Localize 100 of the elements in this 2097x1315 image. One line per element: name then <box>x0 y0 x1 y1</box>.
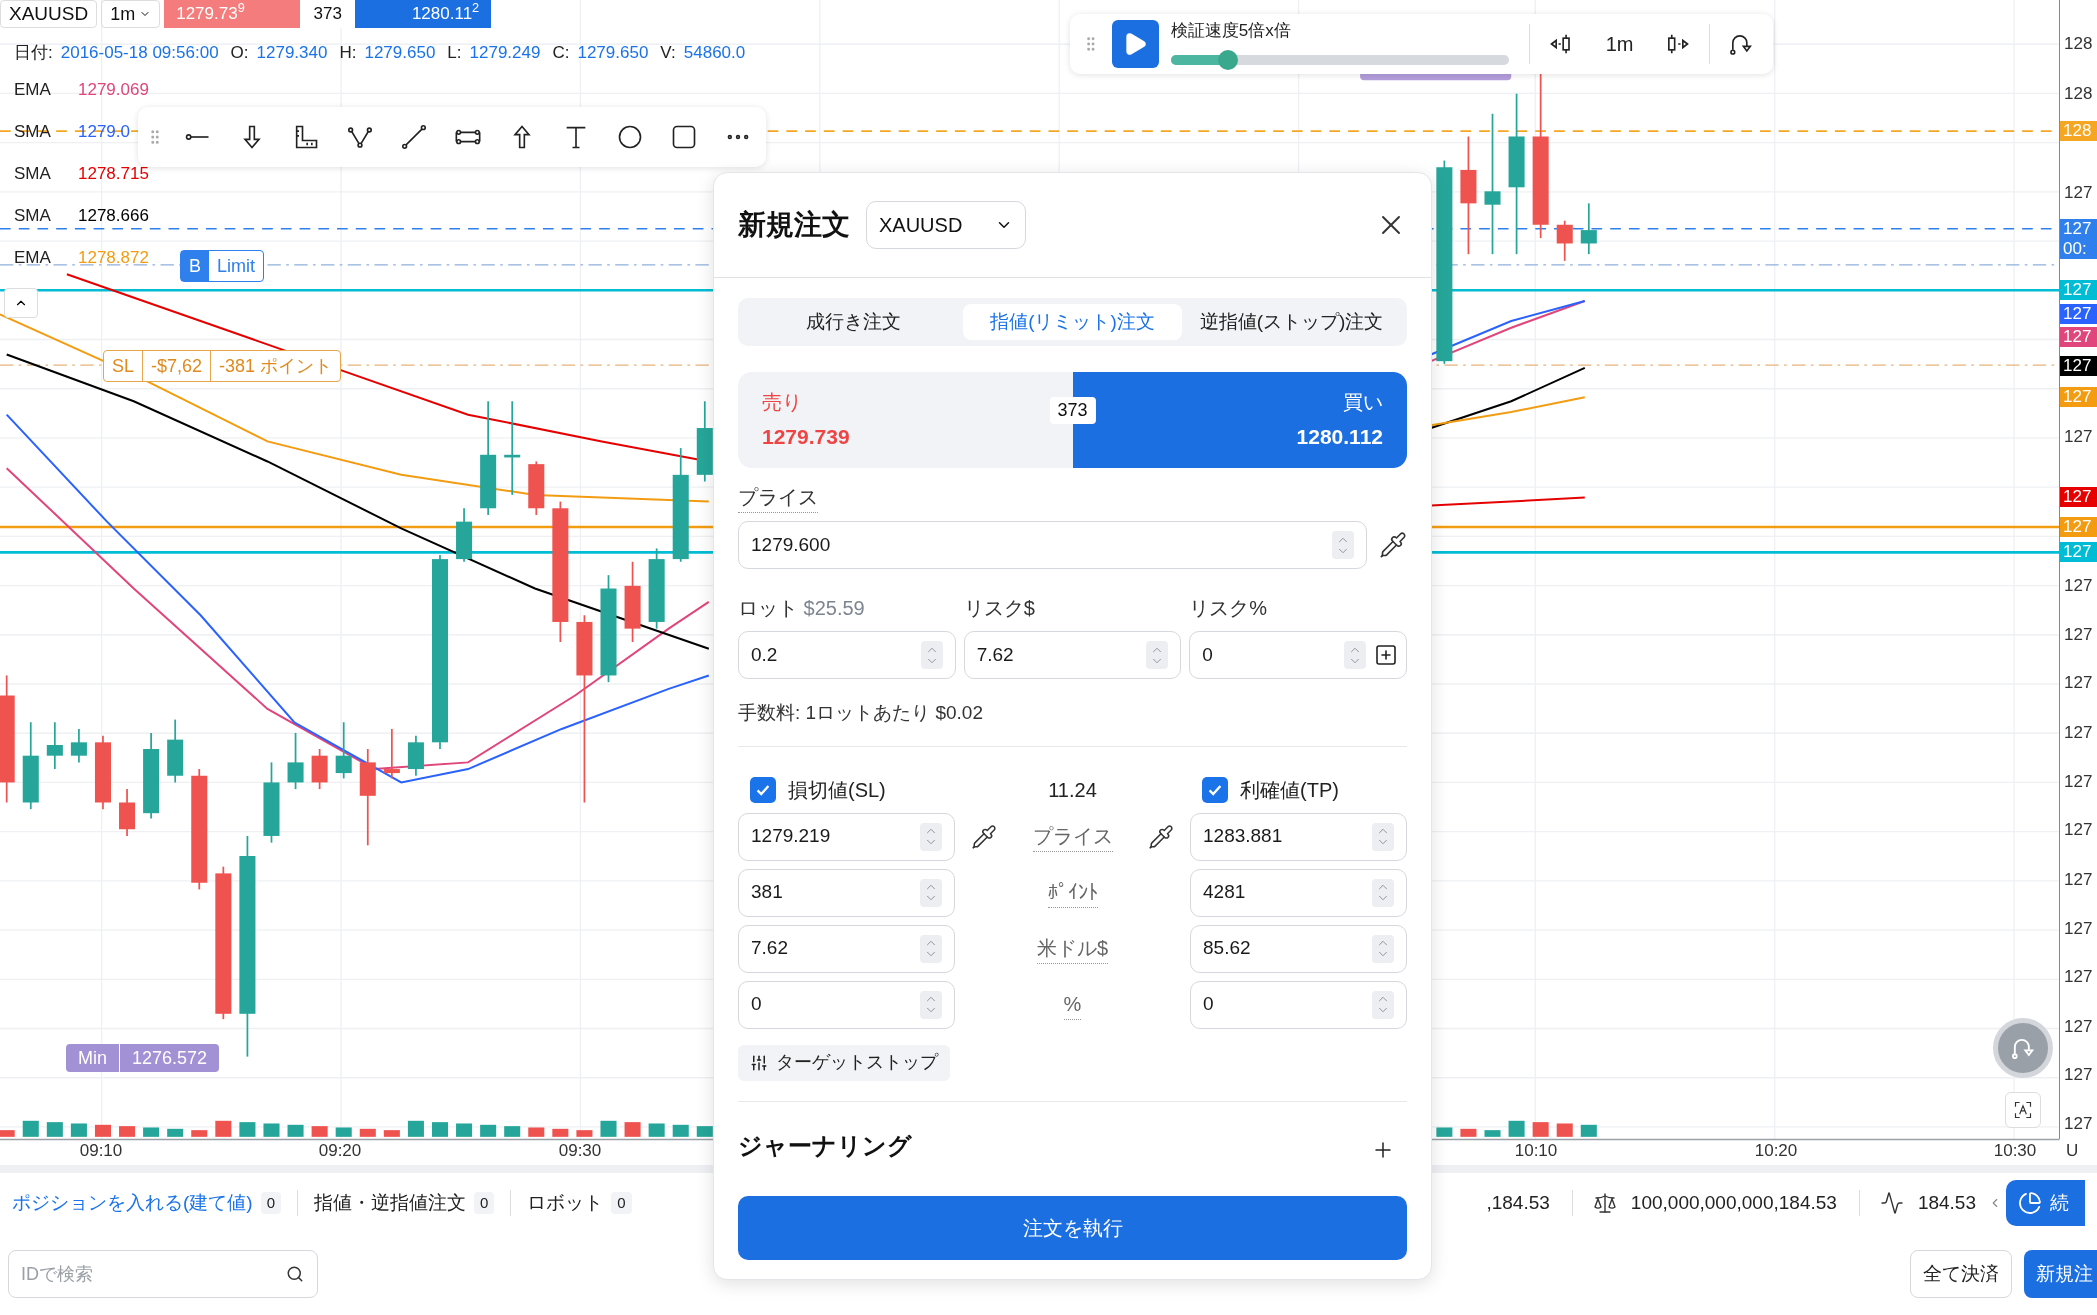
statistics-button[interactable]: 続 <box>2006 1180 2085 1226</box>
volume-bar <box>1460 1128 1477 1137</box>
price-axis-label: 127 <box>2064 968 2093 985</box>
new-order-button[interactable]: 新規注 <box>2024 1250 2097 1298</box>
volume-bar <box>22 1120 39 1137</box>
price-axis-label: 127 <box>2064 184 2093 201</box>
stop-loss-field[interactable]: 1279.219 <box>738 812 955 861</box>
replay-round-button[interactable] <box>1993 1018 2053 1078</box>
volume-bar <box>143 1127 160 1137</box>
sliders-icon <box>750 1053 768 1072</box>
volume-bar <box>70 1123 87 1137</box>
candle <box>407 734 424 777</box>
replay-speed-label: 検証速度5倍x倍 <box>1170 20 1292 43</box>
candle <box>46 721 63 770</box>
volume-bar <box>263 1123 280 1137</box>
indicator-value: 1278.666 <box>78 204 149 227</box>
volume-bar <box>0 1130 15 1137</box>
auto-scale-button[interactable] <box>2005 1092 2041 1128</box>
timezone-label[interactable]: U <box>2066 1138 2079 1164</box>
price-tag: 127 <box>2060 304 2097 324</box>
slider-thumb[interactable] <box>1218 49 1239 70</box>
volume-bar <box>1436 1127 1453 1137</box>
order-type-tab[interactable]: 指値(リミット)注文 <box>963 304 1182 340</box>
price-axis-label: 127 <box>2064 1018 2093 1035</box>
volume-bar <box>1556 1123 1573 1137</box>
row-label: % <box>1063 989 1082 1020</box>
stop-loss-field[interactable]: 7.62 <box>738 924 955 973</box>
volume-bar <box>672 1124 689 1137</box>
risk-percent-field[interactable]: 0 <box>1189 631 1407 679</box>
symbol-select[interactable]: XAUUSD <box>866 201 1026 249</box>
time-axis-label: 09:30 <box>558 1140 602 1162</box>
ohlc-value: 54860.0 <box>683 42 746 64</box>
time-axis-label: 10:20 <box>1754 1140 1798 1162</box>
take-profit-field[interactable]: 0 <box>1190 980 1407 1029</box>
time-axis-label: 10:30 <box>1993 1140 2037 1162</box>
price-axis-label: 127 <box>2064 1066 2093 1083</box>
eyedropper-icon[interactable] <box>1379 531 1407 559</box>
add-icon[interactable] <box>1374 643 1398 667</box>
speed-slider[interactable] <box>1170 54 1510 65</box>
search-field[interactable]: IDで検索 <box>8 1250 318 1298</box>
ohlc-label: V: <box>660 42 676 64</box>
positions-tab[interactable]: ロボット 0 <box>527 1188 632 1218</box>
price-tag: 127 <box>2060 327 2097 347</box>
ohlc-label: H: <box>339 42 357 64</box>
submit-order-button[interactable]: 注文を執行 <box>738 1195 1407 1260</box>
order-type-tab[interactable]: 逆指値(ストップ)注文 <box>1182 304 1401 340</box>
order-line-label[interactable]: B Limit <box>180 250 265 282</box>
volume-bar <box>528 1127 545 1137</box>
time-axis-label: 10:10 <box>1514 1140 1558 1162</box>
volume-bar <box>552 1128 569 1137</box>
price-tag: 127 00: <box>2060 219 2097 259</box>
price-tag: 127 <box>2060 387 2097 407</box>
search-icon <box>286 1265 304 1283</box>
close-all-button[interactable]: 全て決済 <box>1910 1250 2012 1298</box>
price-axis-label: 127 <box>2064 626 2093 643</box>
ohlc-label: O: <box>230 42 249 64</box>
price-tag: 128 <box>2060 121 2097 141</box>
volume-bar <box>600 1120 617 1137</box>
order-type-tab[interactable]: 成行き注文 <box>744 304 963 340</box>
stop-loss-field[interactable]: 0 <box>738 980 955 1029</box>
lot-field[interactable]: 0.2 <box>738 631 956 679</box>
volume-bar <box>167 1128 184 1137</box>
spread-value: 373 <box>1049 397 1096 424</box>
risk-reward-value: 11.24 <box>1048 777 1097 803</box>
row-label: 米ドル$ <box>1036 933 1109 964</box>
risk-usd-field[interactable]: 7.62 <box>963 631 1182 679</box>
volume-bar <box>431 1122 448 1137</box>
replay-timeframe[interactable]: 1m <box>1593 29 1646 59</box>
lot-label: ロット $25.59 <box>738 596 866 621</box>
take-profit-field[interactable]: 1283.881 <box>1190 812 1407 861</box>
eyedropper-icon[interactable] <box>1148 823 1174 850</box>
candle <box>1556 219 1573 262</box>
candle <box>311 748 328 790</box>
indicator-name: EMA <box>14 246 52 269</box>
target-stop-button[interactable]: ターゲットストップ <box>738 1044 950 1081</box>
volume-bar <box>119 1126 136 1137</box>
take-profit-field[interactable]: 85.62 <box>1190 924 1407 973</box>
volume-bar <box>1580 1124 1597 1137</box>
candle <box>383 728 400 780</box>
candle <box>287 732 304 790</box>
timeframe-select[interactable]: 1m <box>101 0 161 28</box>
fee-text: 手数料: 1ロットあたり $0.02 <box>738 701 984 725</box>
positions-tab[interactable]: 指値・逆指値注文 0 <box>314 1188 495 1218</box>
indicator-name: EMA <box>14 78 52 101</box>
positions-tab[interactable]: ポジションを入れる(建て値) 0 <box>12 1188 281 1218</box>
eyedropper-icon[interactable] <box>971 823 997 850</box>
buy-price-quote[interactable]: 1280.11$^{2}$ <box>355 0 492 28</box>
price-field[interactable]: 1279.600 <box>738 521 1367 569</box>
stop-loss-field[interactable]: 381 <box>738 868 955 917</box>
volume-bar <box>504 1126 521 1137</box>
play-button[interactable] <box>1111 20 1159 68</box>
symbol-label[interactable]: XAUUSD <box>0 0 98 28</box>
checkbox[interactable] <box>1202 776 1228 803</box>
ohlc-value: 1279.650 <box>577 42 649 64</box>
price-axis-label: 128 <box>2064 35 2093 52</box>
indicator-value: 1279.069 <box>78 78 149 101</box>
take-profit-field[interactable]: 4281 <box>1190 868 1407 917</box>
checkbox[interactable] <box>750 776 776 803</box>
time-axis-label: 09:10 <box>79 1140 123 1162</box>
indicator-name: SMA <box>14 120 52 143</box>
